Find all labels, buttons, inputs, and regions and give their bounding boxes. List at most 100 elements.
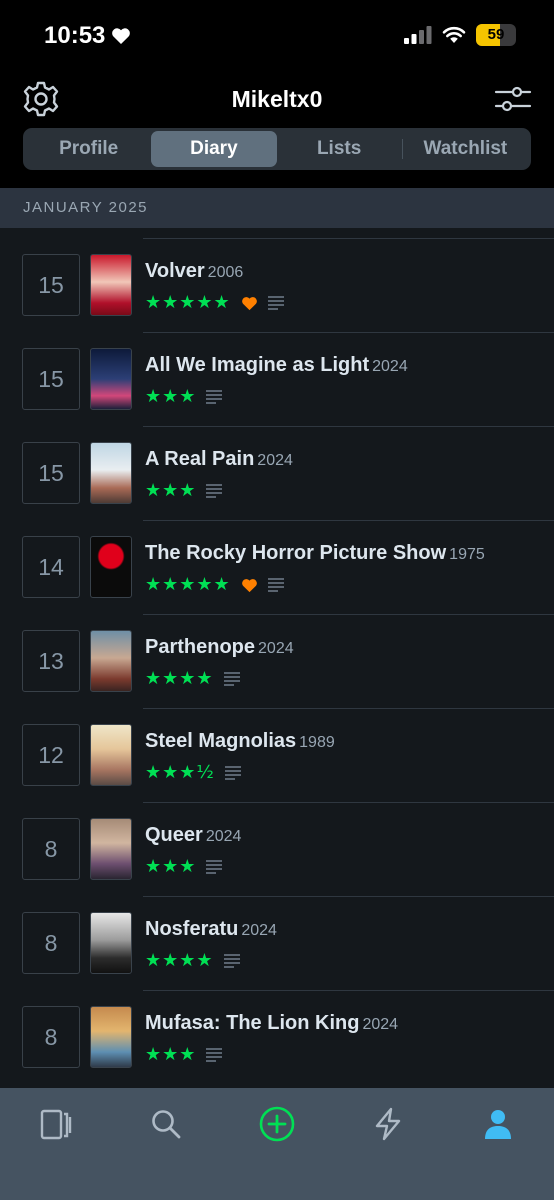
entry-day-number: 12 bbox=[38, 741, 64, 768]
entry-day-number: 13 bbox=[38, 647, 64, 674]
film-year: 2024 bbox=[205, 828, 242, 845]
row-divider bbox=[143, 802, 554, 803]
films-icon bbox=[40, 1109, 72, 1140]
profile-icon bbox=[485, 1110, 511, 1139]
film-poster[interactable] bbox=[90, 1006, 132, 1068]
tab-profile[interactable]: Profile bbox=[26, 131, 151, 167]
filter-sliders-icon[interactable] bbox=[494, 84, 532, 114]
film-title-text: Mufasa: The Lion King bbox=[145, 1012, 360, 1034]
film-title: Nosferatu 2024 bbox=[145, 918, 277, 941]
tab-label: Diary bbox=[190, 138, 238, 159]
row-divider bbox=[143, 896, 554, 897]
entry-day-number: 8 bbox=[44, 929, 58, 956]
battery-indicator: 59 bbox=[476, 24, 516, 46]
review-text-icon bbox=[267, 578, 284, 592]
film-title: Mufasa: The Lion King 2024 bbox=[145, 1012, 398, 1035]
film-year: 2006 bbox=[207, 264, 244, 281]
entry-meta: ★★★★ bbox=[145, 951, 240, 971]
film-year: 2024 bbox=[362, 1016, 399, 1033]
cellular-signal-icon bbox=[404, 26, 432, 44]
film-title: A Real Pain 2024 bbox=[145, 448, 293, 471]
film-poster[interactable] bbox=[90, 724, 132, 786]
film-poster[interactable] bbox=[90, 912, 132, 974]
film-title-text: The Rocky Horror Picture Show bbox=[145, 542, 447, 564]
star-rating: ★★★ bbox=[145, 856, 197, 877]
star-rating: ★★★ bbox=[145, 1044, 197, 1065]
diary-entry[interactable]: 8 Queer 2024 ★★★ bbox=[0, 802, 554, 896]
like-heart-icon bbox=[241, 578, 257, 592]
tabbar-activity[interactable] bbox=[366, 1104, 410, 1144]
film-poster[interactable] bbox=[90, 818, 132, 880]
entry-meta: ★★★ bbox=[145, 386, 223, 407]
status-bar: 10:53 59 bbox=[0, 0, 554, 72]
film-poster[interactable] bbox=[90, 536, 132, 598]
review-text-icon bbox=[206, 390, 223, 404]
film-poster[interactable] bbox=[90, 254, 132, 316]
film-poster[interactable] bbox=[90, 348, 132, 410]
tabbar-add[interactable] bbox=[255, 1104, 299, 1144]
row-divider bbox=[143, 990, 554, 991]
tab-lists[interactable]: Lists bbox=[277, 131, 402, 167]
review-text-icon bbox=[224, 766, 241, 780]
diary-entry[interactable]: 8 Mufasa: The Lion King 2024 ★★★ bbox=[0, 990, 554, 1084]
review-text-icon bbox=[206, 484, 223, 498]
review-text-icon bbox=[223, 672, 240, 686]
diary-entry[interactable]: 15 A Real Pain 2024 ★★★ bbox=[0, 426, 554, 520]
search-icon bbox=[152, 1110, 181, 1139]
tab-label: Watchlist bbox=[423, 138, 508, 159]
entry-meta: ★★★½ bbox=[145, 763, 241, 783]
entry-day: 8 bbox=[22, 912, 80, 974]
film-title: Queer 2024 bbox=[145, 824, 241, 847]
entry-day: 14 bbox=[22, 536, 80, 598]
app-header: Mikeltx0 Profile Diary Lists Watchlist bbox=[0, 72, 554, 188]
tabbar-search[interactable] bbox=[144, 1104, 188, 1144]
film-poster[interactable] bbox=[90, 442, 132, 504]
film-year: 2024 bbox=[258, 640, 294, 657]
section-tabs: Profile Diary Lists Watchlist bbox=[23, 128, 531, 170]
film-title-text: A Real Pain bbox=[145, 448, 255, 470]
add-icon bbox=[259, 1106, 295, 1142]
diary-entry[interactable]: 15 Volver 2006 ★★★★★ bbox=[0, 238, 554, 332]
bottom-tab-bar bbox=[0, 1088, 554, 1200]
entry-day-number: 14 bbox=[38, 553, 64, 580]
star-rating: ★★★ bbox=[145, 386, 197, 407]
entry-day-number: 15 bbox=[38, 459, 64, 486]
row-divider bbox=[143, 238, 554, 239]
wifi-icon bbox=[442, 26, 466, 43]
diary-entry[interactable]: 14 The Rocky Horror Picture Show 1975 ★★★… bbox=[0, 520, 554, 614]
film-poster[interactable] bbox=[90, 630, 132, 692]
film-title-text: Steel Magnolias bbox=[145, 730, 297, 752]
row-divider bbox=[143, 332, 554, 333]
tabbar-profile[interactable] bbox=[476, 1104, 520, 1144]
heart-icon bbox=[112, 28, 131, 44]
diary-entry[interactable]: 13 Parthenope 2024 ★★★★ bbox=[0, 614, 554, 708]
diary-entry[interactable]: 8 Nosferatu 2024 ★★★★ bbox=[0, 896, 554, 990]
film-title: Volver 2006 bbox=[145, 260, 243, 283]
star-rating: ★★★★★ bbox=[145, 574, 231, 595]
diary-entry[interactable]: 12 Steel Magnolias 1989 ★★★½ bbox=[0, 708, 554, 802]
entry-day-number: 8 bbox=[44, 1023, 58, 1050]
entry-day: 15 bbox=[22, 348, 80, 410]
tab-watchlist[interactable]: Watchlist bbox=[403, 131, 528, 167]
review-text-icon bbox=[267, 296, 284, 310]
diary-entry[interactable]: 15 All We Imagine as Light 2024 ★★★ bbox=[0, 332, 554, 426]
tabbar-films[interactable] bbox=[34, 1104, 78, 1144]
film-year: 2024 bbox=[257, 452, 293, 469]
star-rating: ★★★½ bbox=[145, 762, 215, 783]
star-rating: ★★★★ bbox=[145, 668, 214, 689]
film-title-text: Parthenope bbox=[145, 636, 256, 658]
entry-meta: ★★★★ bbox=[145, 669, 240, 689]
row-divider bbox=[143, 708, 554, 709]
entry-day-number: 15 bbox=[38, 271, 64, 298]
entry-day: 8 bbox=[22, 818, 80, 880]
row-divider bbox=[143, 426, 554, 427]
review-text-icon bbox=[223, 954, 240, 968]
film-year: 1975 bbox=[449, 546, 485, 563]
film-title: Steel Magnolias 1989 bbox=[145, 730, 335, 753]
tab-label: Profile bbox=[59, 138, 119, 159]
tab-diary[interactable]: Diary bbox=[151, 131, 277, 167]
film-title: The Rocky Horror Picture Show 1975 bbox=[145, 542, 485, 565]
entry-day: 12 bbox=[22, 724, 80, 786]
month-label: JANUARY 2025 bbox=[23, 199, 149, 216]
entry-meta: ★★★ bbox=[145, 481, 223, 501]
